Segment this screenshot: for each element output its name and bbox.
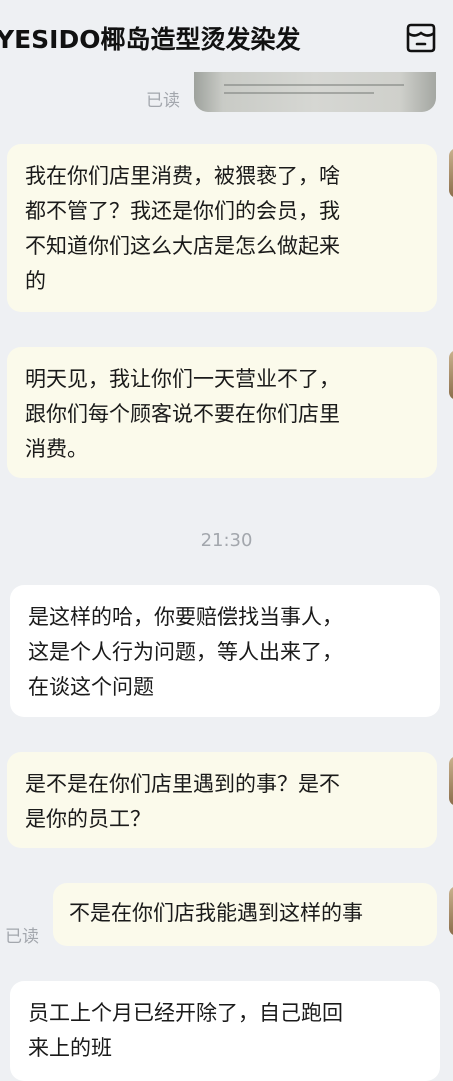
store-icon[interactable]	[404, 22, 438, 54]
message-line: 不是在你们店我能遇到这样的事	[69, 901, 363, 925]
read-status: 已读	[5, 927, 39, 947]
message-line: 在谈这个问题	[28, 675, 154, 699]
message-bubble[interactable]: 是不是在你们店里遇到的事？是不 是你的员工？	[7, 752, 437, 848]
message-bubble[interactable]: 员工上个月已经开除了，自己跑回 来上的班	[10, 981, 440, 1081]
avatar[interactable]	[449, 350, 453, 400]
read-status: 已读	[146, 91, 180, 111]
chat-title: YESIDO椰岛造型烫发染发	[0, 25, 301, 54]
avatar[interactable]	[449, 148, 453, 198]
avatar[interactable]	[449, 756, 453, 806]
message-line: 来上的班	[28, 1036, 112, 1060]
avatar[interactable]	[449, 886, 453, 936]
message-line: 是你的员工？	[25, 807, 151, 831]
image-message[interactable]	[194, 72, 436, 112]
message-line: 这是个人行为问题，等人出来了，	[28, 640, 343, 664]
message-bubble[interactable]: 我在你们店里消费，被猥亵了，啥 都不管了？我还是你们的会员，我 不知道你们这么大…	[7, 144, 437, 312]
message-line: 消费。	[25, 437, 88, 461]
message-line: 是这样的哈，你要赔偿找当事人，	[28, 605, 343, 629]
message-line: 跟你们每个顾客说不要在你们店里	[25, 402, 340, 426]
timestamp: 21:30	[200, 530, 253, 551]
chat-header: YESIDO椰岛造型烫发染发	[0, 0, 453, 76]
message-line: 都不管了？我还是你们的会员，我	[25, 199, 340, 223]
message-line: 我在你们店里消费，被猥亵了，啥	[25, 164, 340, 188]
message-line: 员工上个月已经开除了，自己跑回	[28, 1001, 343, 1025]
message-line: 的	[25, 269, 46, 293]
message-bubble[interactable]: 明天见，我让你们一天营业不了， 跟你们每个顾客说不要在你们店里 消费。	[7, 347, 437, 478]
message-line: 是不是在你们店里遇到的事？是不	[25, 772, 340, 796]
message-bubble[interactable]: 不是在你们店我能遇到这样的事	[53, 883, 437, 946]
message-bubble[interactable]: 是这样的哈，你要赔偿找当事人， 这是个人行为问题，等人出来了， 在谈这个问题	[10, 585, 440, 717]
message-line: 不知道你们这么大店是怎么做起来	[25, 234, 340, 258]
message-line: 明天见，我让你们一天营业不了，	[25, 367, 340, 391]
